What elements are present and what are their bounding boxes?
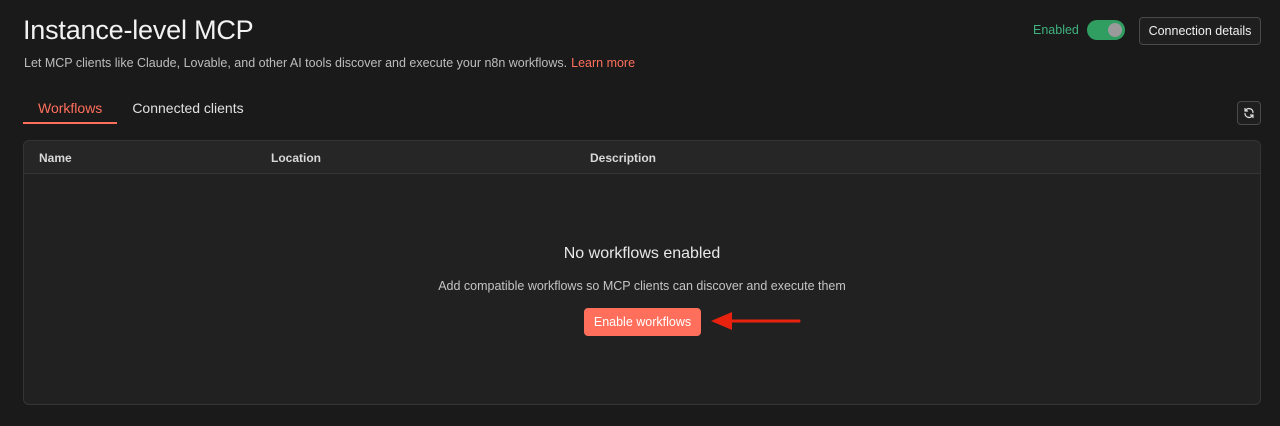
- learn-more-link[interactable]: Learn more: [571, 56, 635, 70]
- page-subtitle: Let MCP clients like Claude, Lovable, an…: [24, 56, 635, 70]
- workflows-table: Name Location Description No workflows e…: [23, 140, 1261, 405]
- subtitle-text: Let MCP clients like Claude, Lovable, an…: [24, 56, 568, 70]
- status-label: Enabled: [1033, 23, 1079, 37]
- mcp-settings-page: Instance-level MCP Let MCP clients like …: [0, 0, 1280, 426]
- toggle-knob: [1107, 23, 1122, 37]
- column-header-name[interactable]: Name: [39, 151, 72, 165]
- tab-workflows[interactable]: Workflows: [23, 92, 118, 124]
- column-header-description[interactable]: Description: [590, 151, 656, 165]
- refresh-icon: [1244, 107, 1254, 119]
- tabs: Workflows Connected clients: [23, 92, 259, 124]
- column-header-location[interactable]: Location: [271, 151, 321, 165]
- enable-workflows-button[interactable]: Enable workflows: [584, 308, 701, 336]
- refresh-button[interactable]: [1237, 101, 1261, 125]
- empty-state-title: No workflows enabled: [563, 245, 721, 262]
- mcp-status: Enabled: [1033, 20, 1125, 40]
- table-header: Name Location Description: [24, 141, 1260, 174]
- mcp-enabled-toggle[interactable]: [1086, 20, 1125, 40]
- page-title: Instance-level MCP: [23, 15, 254, 45]
- tab-connected-clients[interactable]: Connected clients: [117, 92, 258, 124]
- red-arrow-icon: [711, 312, 801, 330]
- connection-details-button[interactable]: Connection details: [1139, 17, 1261, 45]
- empty-state-description: Add compatible workflows so MCP clients …: [438, 279, 846, 293]
